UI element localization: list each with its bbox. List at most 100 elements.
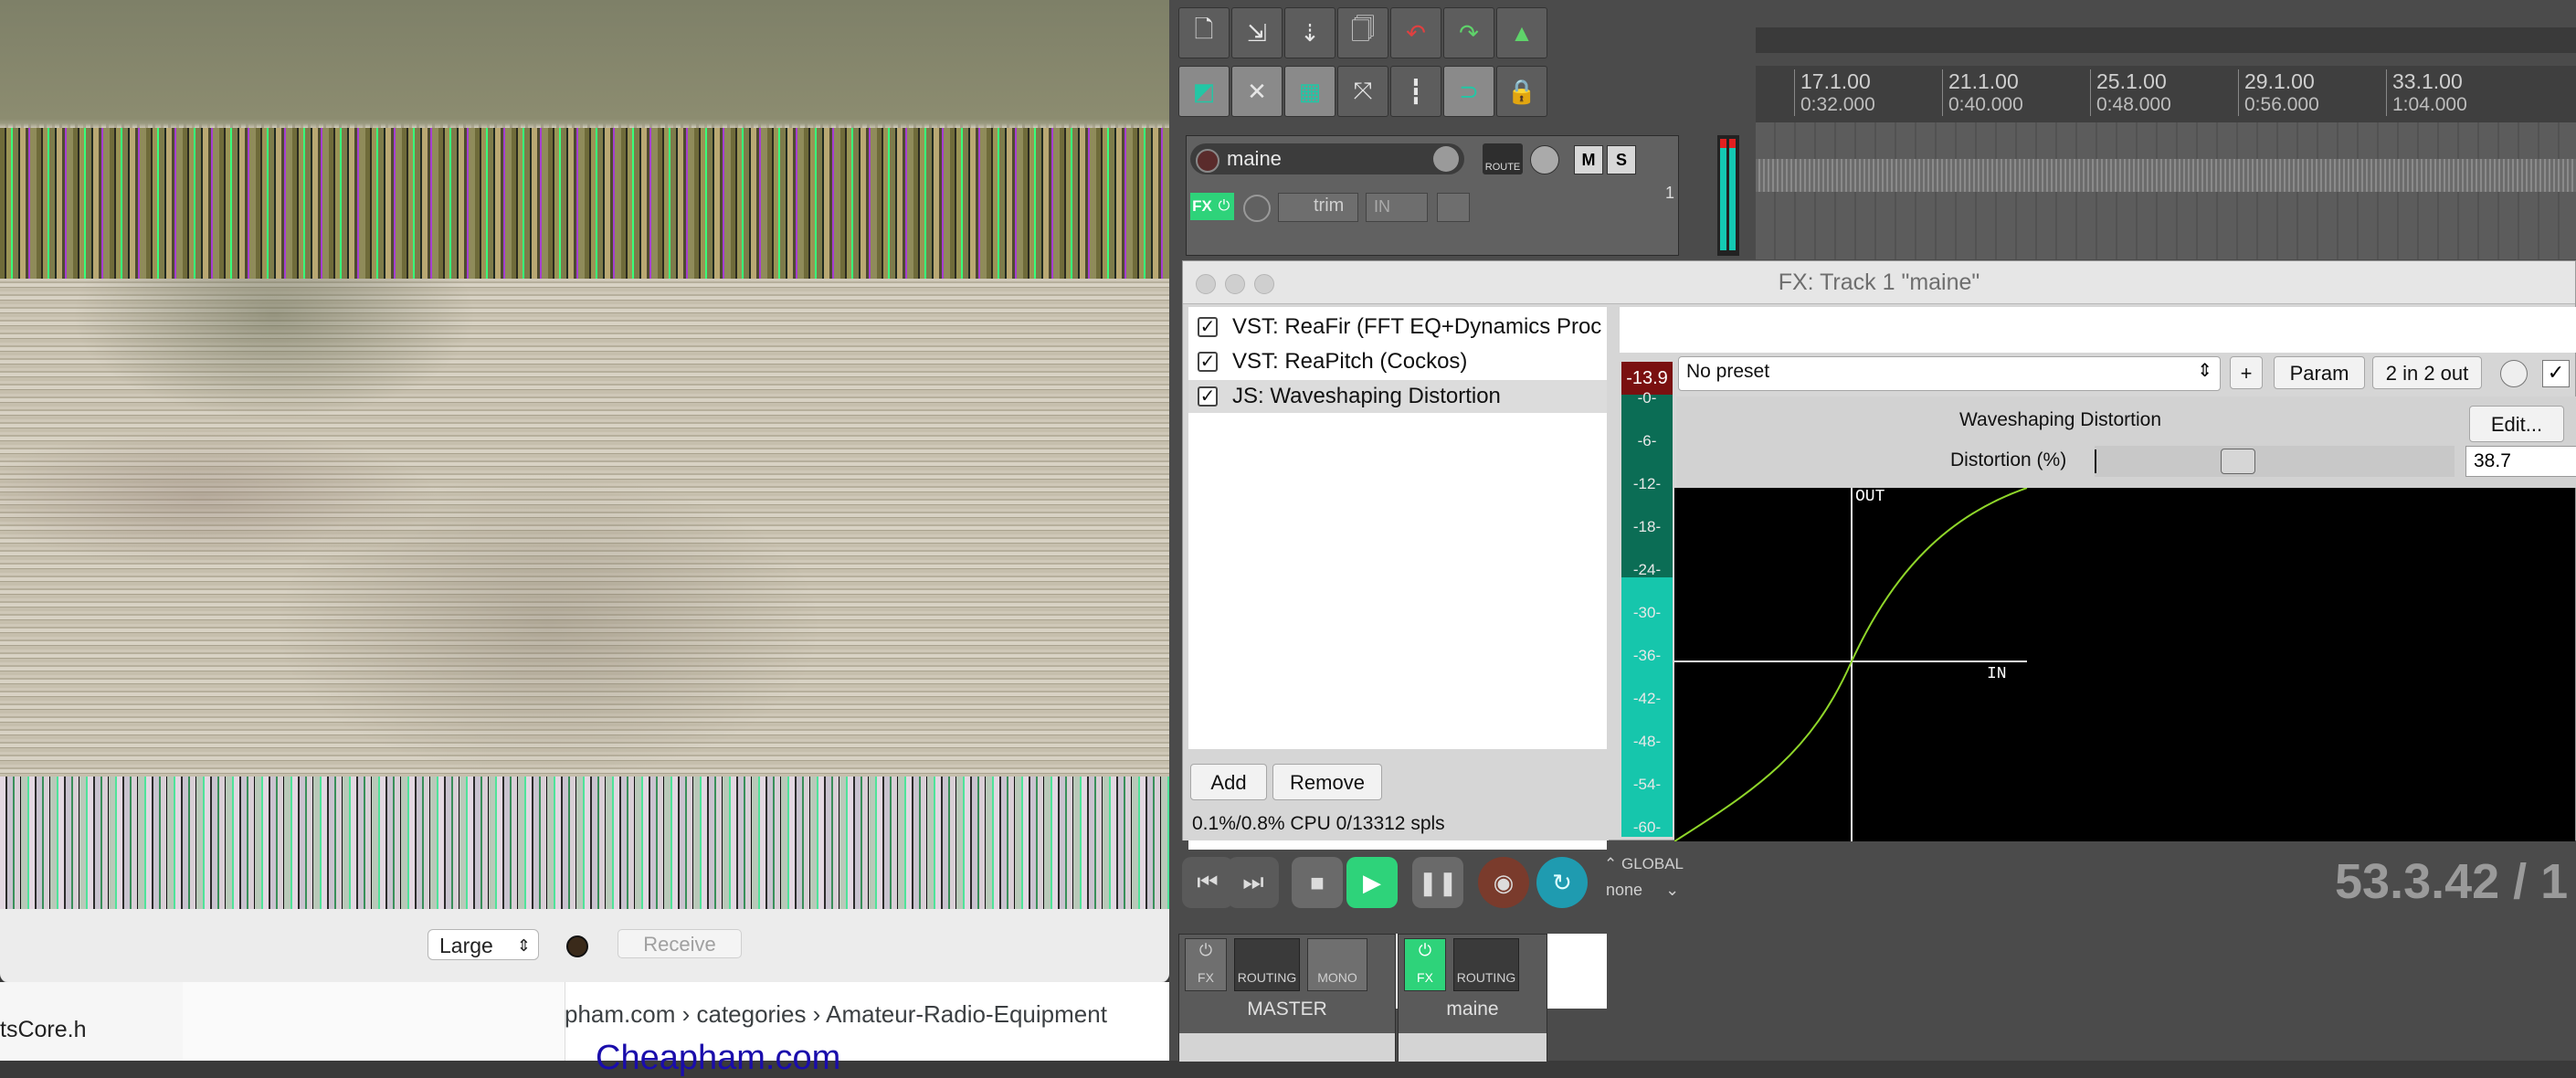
project-tabs-icon[interactable]: 🗍	[1337, 7, 1388, 58]
track-routing-button[interactable]: ROUTING	[1453, 938, 1519, 991]
distortion-slider[interactable]	[2095, 446, 2455, 477]
meter-scale-label: -30-	[1632, 604, 1662, 621]
video-window-footer: Large ⇕ Receive	[0, 909, 1169, 983]
enable-checkbox-icon[interactable]: ✓	[2542, 360, 2570, 387]
open-project-icon[interactable]: ⇲	[1231, 7, 1283, 58]
ruler-mark: 17.1.00 0:32.000	[1794, 69, 1875, 116]
fx-bypass-icon[interactable]: ⏻	[1214, 193, 1234, 220]
arrange-view[interactable]	[1756, 122, 2576, 259]
fx-header-bar	[1620, 307, 2576, 353]
new-project-icon[interactable]: 🗋	[1178, 7, 1230, 58]
undo-icon[interactable]: ↶	[1390, 7, 1441, 58]
video-glitch-top	[0, 128, 1169, 279]
time-display[interactable]: 53.3.42 / 1	[2335, 853, 2568, 910]
repeat-icon[interactable]: ↻	[1536, 857, 1588, 908]
volume-knob-icon[interactable]	[1433, 146, 1459, 172]
receive-button[interactable]: Receive	[618, 929, 742, 958]
master-fx-button[interactable]: ⏻ FX	[1185, 938, 1227, 991]
track-fx-button[interactable]: FX	[1190, 193, 1214, 220]
slider-thumb[interactable]	[2221, 449, 2255, 474]
breadcrumb[interactable]: pham.com › categories › Amateur-Radio-Eq…	[565, 1000, 1107, 1029]
ruler-bar-label: 21.1.00	[1948, 69, 2019, 93]
preset-select[interactable]: No preset ⇕	[1678, 356, 2221, 391]
meter-right	[1729, 139, 1736, 250]
param-button[interactable]: Param	[2274, 356, 2365, 389]
checkbox-icon[interactable]: ✓	[1198, 386, 1218, 407]
pan-knob-icon[interactable]	[1530, 145, 1559, 174]
ruler-mark: 21.1.00 0:40.000	[1942, 69, 2023, 116]
track-strip-fx-button[interactable]: ⏻ FX	[1404, 938, 1446, 991]
add-preset-button[interactable]: +	[2230, 356, 2263, 389]
track-name-field[interactable]: maine	[1190, 143, 1464, 174]
fx-item-selected[interactable]: ✓ JS: Waveshaping Distortion	[1188, 380, 1607, 413]
go-to-end-icon[interactable]: ⏭	[1228, 857, 1279, 908]
pause-icon[interactable]: ❚❚	[1412, 857, 1463, 908]
ruler-time-label: 0:56.000	[2244, 94, 2319, 115]
snap-icon[interactable]: ⊃	[1443, 66, 1494, 117]
input-label: IN	[1374, 197, 1390, 216]
io-button[interactable]: 2 in 2 out	[2372, 356, 2482, 389]
grid-icon[interactable]: ┇	[1390, 66, 1441, 117]
item-grouping-icon[interactable]: ▦	[1284, 66, 1336, 117]
fx-item[interactable]: ✓ VST: ReaFir (FFT EQ+Dynamics Proc	[1188, 311, 1607, 343]
global-automation[interactable]: ⌃ GLOBAL	[1604, 855, 1684, 873]
mute-button[interactable]: M	[1574, 145, 1603, 174]
metronome-icon[interactable]: ▲	[1496, 7, 1547, 58]
play-icon[interactable]: ▶	[1346, 857, 1398, 908]
envelope-points-icon[interactable]: ⤧	[1337, 66, 1388, 117]
fx-item-label: VST: ReaPitch (Cockos)	[1232, 349, 1468, 374]
size-select[interactable]: Large ⇕	[428, 929, 539, 960]
browser-page: tsCore.h pham.com › categories › Amateur…	[0, 982, 1169, 1077]
stop-icon[interactable]: ■	[1292, 857, 1343, 908]
sidebar-file[interactable]: tsCore.h	[0, 1017, 86, 1043]
redo-icon[interactable]: ↷	[1443, 7, 1494, 58]
remove-button[interactable]: Remove	[1272, 764, 1382, 800]
input-meter: -13.9 -0- -6- -12- -18- -24- -30- -36- -42- -48-…	[1621, 362, 1673, 837]
fx-window-title: FX: Track 1 "maine"	[1183, 261, 2575, 304]
solo-button[interactable]: S	[1607, 145, 1636, 174]
phase-icon[interactable]	[1243, 195, 1271, 222]
fx-item[interactable]: ✓ VST: ReaPitch (Cockos)	[1188, 345, 1607, 378]
track-pan-area[interactable]	[1399, 1033, 1547, 1062]
meter-scale-label: -54-	[1632, 776, 1662, 793]
auto-crossfade-icon[interactable]: ✕	[1231, 66, 1283, 117]
checkbox-icon[interactable]: ✓	[1198, 352, 1218, 372]
audio-item[interactable]	[1756, 159, 2576, 192]
track-name: maine	[1227, 147, 1282, 170]
route-label: ROUTE	[1484, 162, 1521, 173]
master-routing-button[interactable]: ROUTING	[1234, 938, 1300, 991]
input-monitor-button[interactable]: IN	[1366, 193, 1428, 222]
video-preview	[0, 0, 1169, 909]
edit-button[interactable]: Edit...	[2469, 406, 2564, 442]
record-icon[interactable]: ◉	[1478, 857, 1529, 908]
master-pan-area[interactable]	[1179, 1033, 1395, 1062]
chevron-down-icon: ⌄	[1665, 881, 1680, 899]
go-to-start-icon[interactable]: ⏮	[1182, 857, 1233, 908]
search-result-link[interactable]: Cheapham.com	[596, 1039, 840, 1078]
meter-scale: -0- -6- -12- -18- -24- -30- -36- -42- -48- -54- -6…	[1621, 389, 1673, 836]
sidebar-column	[183, 982, 565, 1061]
save-project-icon[interactable]: ⇣	[1284, 7, 1336, 58]
global-mode[interactable]: none ⌄	[1606, 881, 1679, 900]
lock-icon[interactable]: 🔒	[1496, 66, 1547, 117]
distortion-value[interactable]: 38.7	[2465, 446, 2576, 477]
meter-scale-label: -12-	[1632, 475, 1662, 492]
ruler-time-label: 0:48.000	[2096, 94, 2171, 115]
track-meter	[1717, 135, 1739, 256]
close-icon[interactable]	[1196, 274, 1216, 294]
minimize-icon[interactable]	[1225, 274, 1245, 294]
route-button[interactable]: ROUTE	[1483, 143, 1523, 174]
ruler[interactable]: 17.1.00 0:32.000 21.1.00 0:40.000 25.1.00 0…	[1756, 66, 2576, 122]
automation-trim-button[interactable]: trim	[1278, 193, 1358, 222]
checkbox-icon[interactable]: ✓	[1198, 317, 1218, 337]
record-arm-icon[interactable]	[1196, 149, 1219, 173]
ripple-edit-icon[interactable]: ◩	[1178, 66, 1230, 117]
record-mode-icon[interactable]	[1437, 193, 1470, 222]
meter-scale-label: -60-	[1632, 819, 1662, 836]
wet-knob-icon[interactable]	[2500, 360, 2528, 387]
mono-button[interactable]: MONO	[1307, 938, 1367, 991]
add-button[interactable]: Add	[1190, 764, 1267, 800]
mono-label: MONO	[1317, 970, 1357, 985]
zoom-icon[interactable]	[1254, 274, 1274, 294]
global-mode-value: none	[1606, 881, 1643, 899]
